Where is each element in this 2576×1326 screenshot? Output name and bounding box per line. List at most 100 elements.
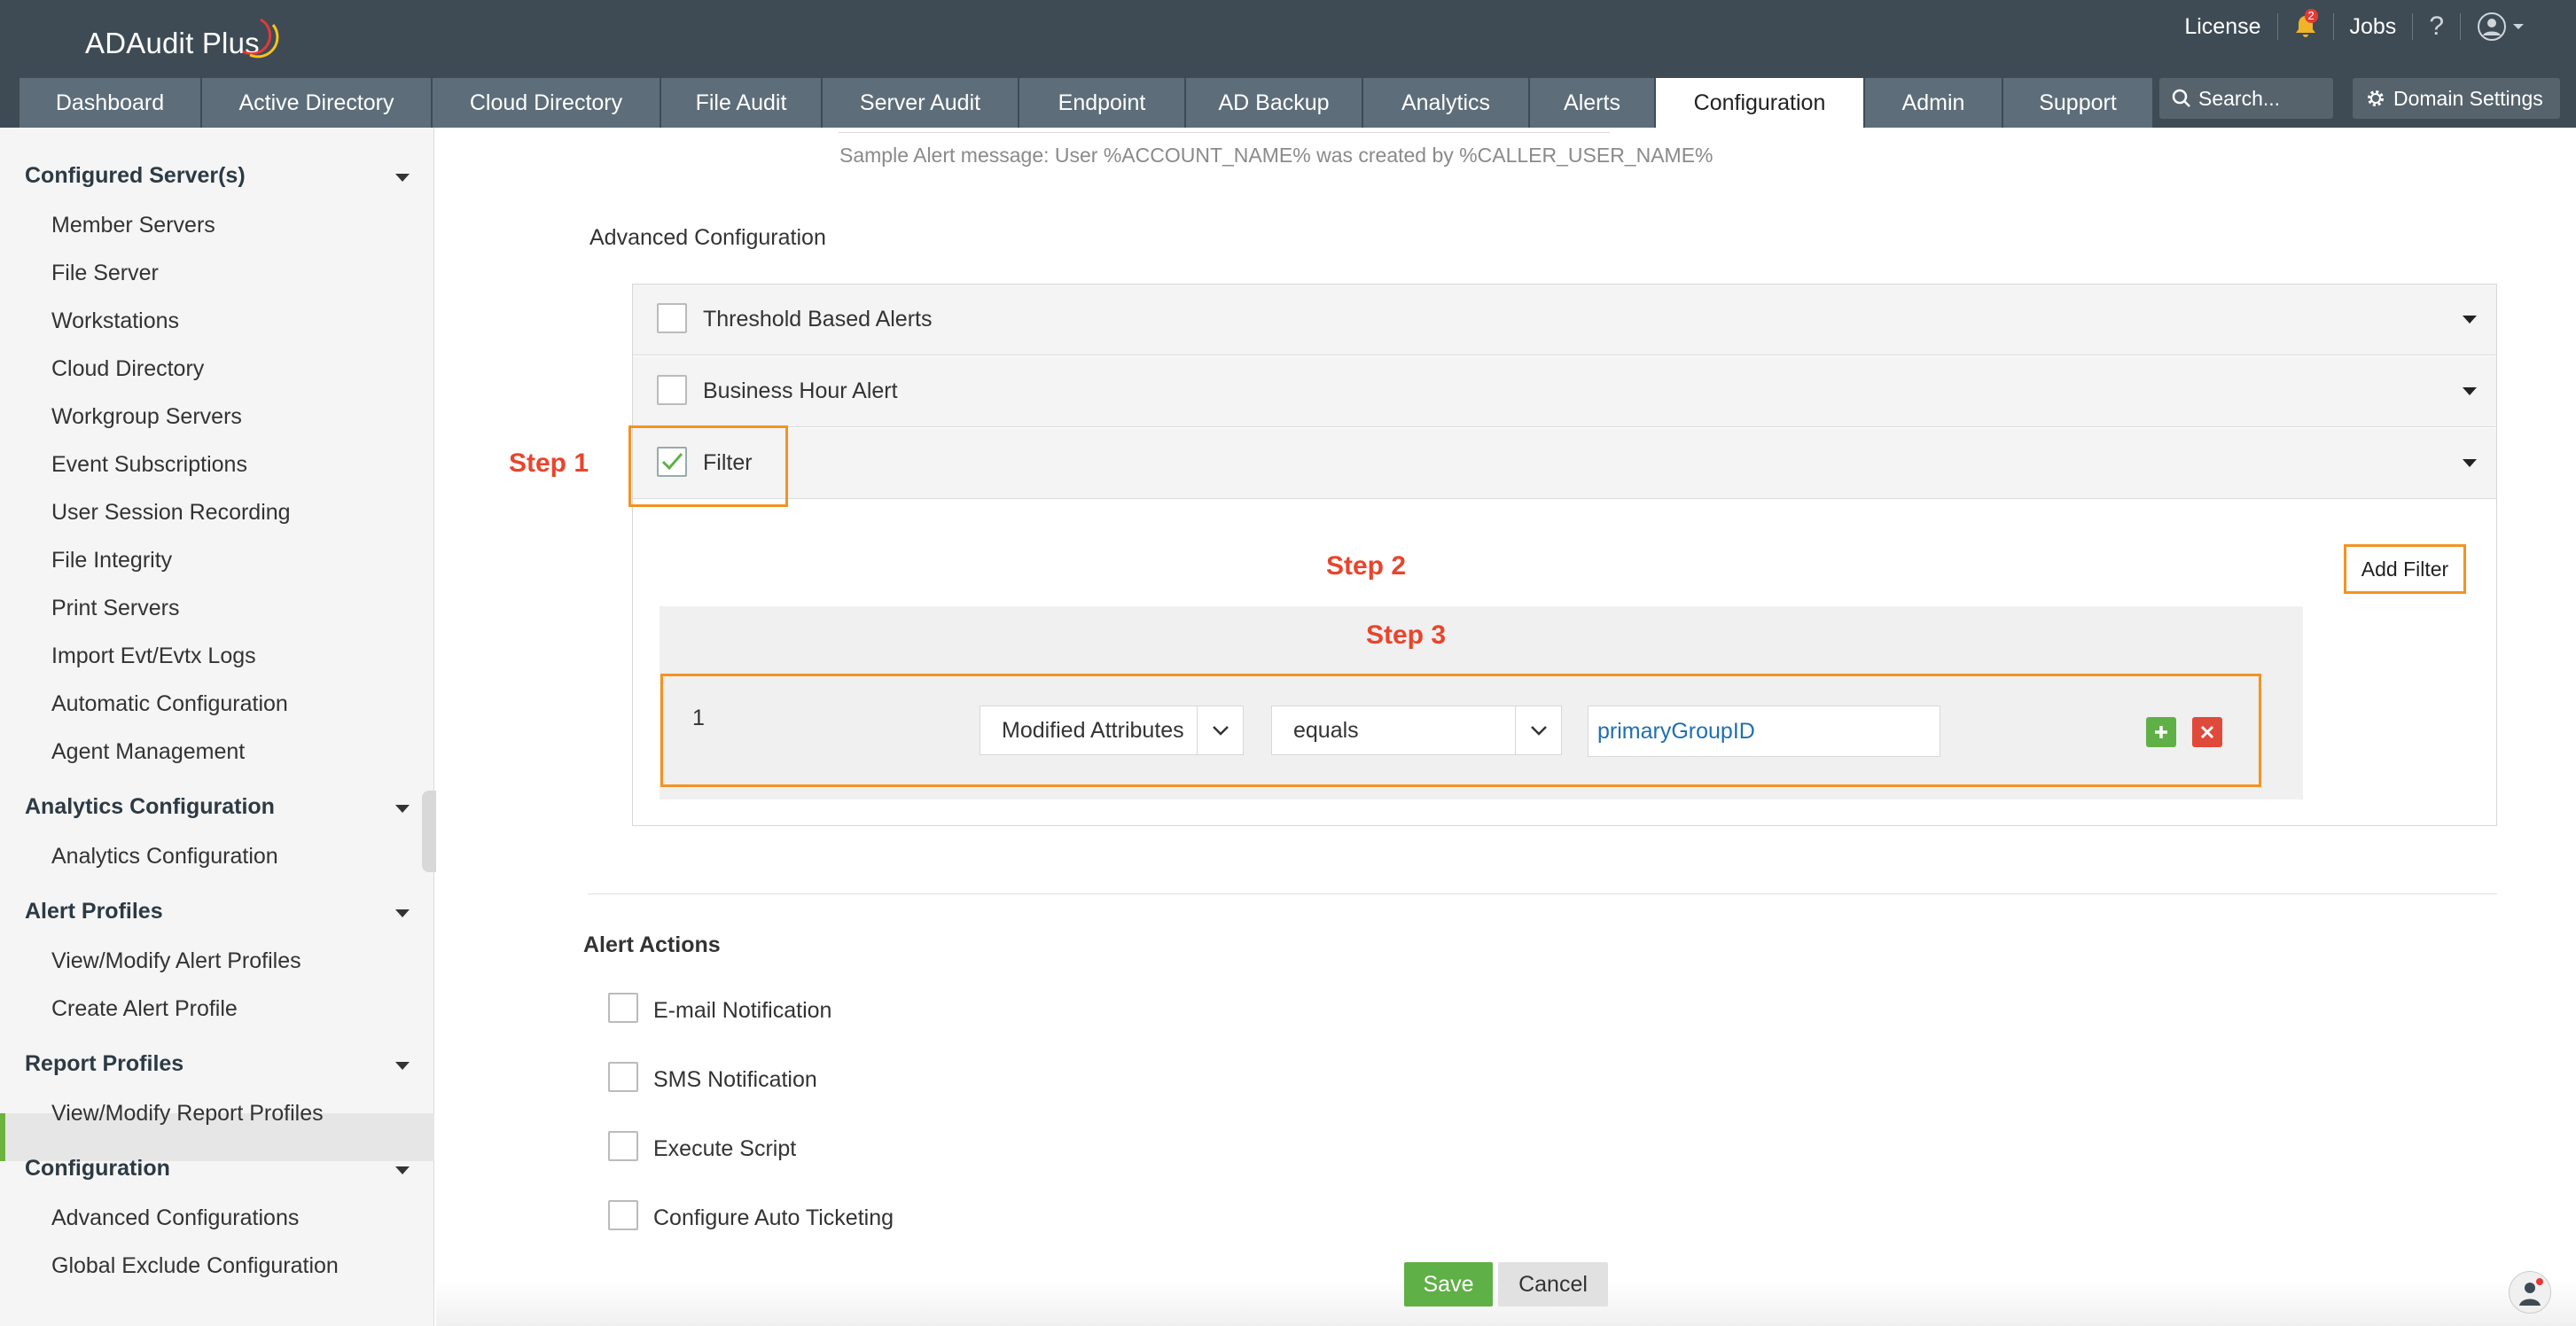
sidebar-item-print-servers[interactable]: Print Servers <box>51 596 179 621</box>
domain-settings-button[interactable]: Domain Settings <box>2353 78 2560 119</box>
search-placeholder: Search... <box>2198 86 2281 110</box>
filter-row-index: 1 <box>692 706 705 730</box>
sidebar-item-advanced-configurations[interactable]: Advanced Configurations <box>51 1205 299 1231</box>
search-input[interactable]: Search... <box>2159 78 2333 119</box>
auto-ticketing-label: Configure Auto Ticketing <box>653 1205 894 1230</box>
sidebar-item-agent-management[interactable]: Agent Management <box>51 739 245 765</box>
caret-down-icon[interactable] <box>395 909 410 917</box>
caret-down-icon[interactable] <box>395 1062 410 1070</box>
execute-script-checkbox[interactable] <box>608 1131 638 1161</box>
user-menu[interactable] <box>2461 12 2541 42</box>
attribute-select[interactable]: Modified Attributes <box>980 706 1244 755</box>
remove-row-button[interactable] <box>2192 717 2222 747</box>
threshold-alerts-label: Threshold Based Alerts <box>703 307 933 332</box>
sms-notification-checkbox[interactable] <box>608 1062 638 1092</box>
step2-label: Step 2 <box>1326 551 1407 581</box>
sidebar-item-view-modify-alert-profiles[interactable]: View/Modify Alert Profiles <box>51 948 301 974</box>
sidebar-section-configured-servers[interactable]: Configured Server(s) <box>25 163 246 189</box>
tab-dashboard[interactable]: Dashboard <box>20 78 200 128</box>
sidebar-collapse-handle[interactable] <box>422 791 436 872</box>
support-chat-icon[interactable] <box>2509 1271 2551 1314</box>
sidebar-section-alert-profiles[interactable]: Alert Profiles <box>25 899 163 924</box>
sidebar-item-automatic-configuration[interactable]: Automatic Configuration <box>51 691 288 717</box>
tab-support[interactable]: Support <box>2003 78 2152 128</box>
main-tabs: Dashboard Active Directory Cloud Directo… <box>20 78 2154 128</box>
domain-settings-label: Domain Settings <box>2393 86 2543 110</box>
sidebar-item-workstations[interactable]: Workstations <box>51 308 179 334</box>
top-header: ADAudit Plus License 2 Jobs ? Dashboard … <box>0 0 2576 128</box>
notifications-bell[interactable]: 2 <box>2278 9 2333 39</box>
business-hour-label: Business Hour Alert <box>703 378 898 403</box>
cancel-button[interactable]: Cancel <box>1498 1262 1608 1306</box>
caret-down-icon[interactable] <box>395 805 410 813</box>
close-icon <box>2200 725 2214 739</box>
chevron-down-icon <box>2513 24 2524 29</box>
tab-server-audit[interactable]: Server Audit <box>823 78 1018 128</box>
caret-down-icon[interactable] <box>2463 316 2477 324</box>
license-link[interactable]: License <box>2168 14 2276 40</box>
chevron-down-icon[interactable] <box>1197 706 1243 754</box>
notification-count-badge: 2 <box>2304 9 2318 23</box>
chevron-down-icon[interactable] <box>1515 706 1561 754</box>
alert-actions-title: Alert Actions <box>583 932 721 957</box>
tab-cloud-directory[interactable]: Cloud Directory <box>433 78 660 128</box>
sidebar-item-event-subscriptions[interactable]: Event Subscriptions <box>51 452 247 478</box>
sidebar-item-member-servers[interactable]: Member Servers <box>51 213 215 238</box>
caret-down-icon[interactable] <box>2463 387 2477 395</box>
caret-down-icon[interactable] <box>395 1166 410 1174</box>
operator-select[interactable]: equals <box>1271 706 1562 755</box>
email-notification-label: E-mail Notification <box>653 998 832 1023</box>
add-row-button[interactable] <box>2146 717 2176 747</box>
threshold-alerts-checkbox[interactable] <box>657 303 687 333</box>
sidebar-section-report-profiles[interactable]: Report Profiles <box>25 1051 183 1077</box>
email-notification-checkbox[interactable] <box>608 993 638 1023</box>
tab-active-directory[interactable]: Active Directory <box>202 78 431 128</box>
tab-alerts[interactable]: Alerts <box>1530 78 1654 128</box>
sidebar-item-global-exclude-configuration[interactable]: Global Exclude Configuration <box>51 1253 339 1279</box>
accordion-threshold-based-alerts[interactable]: Threshold Based Alerts <box>633 285 2496 355</box>
step1-label: Step 1 <box>509 448 589 478</box>
add-filter-button[interactable]: Add Filter <box>2344 544 2466 594</box>
left-sidebar: Configured Server(s) Member Servers File… <box>0 128 436 1326</box>
caret-down-icon[interactable] <box>2463 459 2477 467</box>
sidebar-item-cloud-directory[interactable]: Cloud Directory <box>51 356 204 382</box>
sidebar-item-view-modify-report-profiles[interactable]: View/Modify Report Profiles <box>51 1101 324 1127</box>
sidebar-section-configuration[interactable]: Configuration <box>25 1156 170 1182</box>
sidebar-item-workgroup-servers[interactable]: Workgroup Servers <box>51 404 242 430</box>
jobs-link[interactable]: Jobs <box>2334 14 2413 40</box>
tab-configuration[interactable]: Configuration <box>1656 78 1863 128</box>
search-icon <box>2172 89 2190 107</box>
sidebar-item-user-session-recording[interactable]: User Session Recording <box>51 500 291 526</box>
tab-analytics[interactable]: Analytics <box>1363 78 1528 128</box>
accordion-business-hour-alert[interactable]: Business Hour Alert <box>633 356 2496 427</box>
attribute-select-value: Modified Attributes <box>1002 717 1184 743</box>
main-content: Sample Alert message: User %ACCOUNT_NAME… <box>436 128 2576 1326</box>
plus-icon <box>2155 726 2167 738</box>
auto-ticketing-checkbox[interactable] <box>608 1200 638 1230</box>
business-hour-checkbox[interactable] <box>657 375 687 405</box>
sample-alert-message: Sample Alert message: User %ACCOUNT_NAME… <box>839 144 1713 167</box>
caret-down-icon[interactable] <box>395 174 410 182</box>
sidebar-item-file-integrity[interactable]: File Integrity <box>51 548 172 573</box>
tab-admin[interactable]: Admin <box>1865 78 2002 128</box>
sidebar-item-file-server[interactable]: File Server <box>51 261 159 286</box>
accordion-filter[interactable]: Filter <box>633 428 2496 499</box>
sidebar-section-analytics-configuration[interactable]: Analytics Configuration <box>25 794 275 820</box>
filter-value-input[interactable]: primaryGroupID <box>1588 706 1940 757</box>
step3-label: Step 3 <box>1366 620 1447 650</box>
tab-ad-backup[interactable]: AD Backup <box>1186 78 1362 128</box>
sms-notification-label: SMS Notification <box>653 1067 817 1092</box>
execute-script-label: Execute Script <box>653 1136 797 1161</box>
sidebar-item-import-evt-logs[interactable]: Import Evt/Evtx Logs <box>51 644 256 669</box>
message-field-border <box>839 128 1610 133</box>
save-button[interactable]: Save <box>1404 1262 1493 1306</box>
help-link[interactable]: ? <box>2413 12 2460 42</box>
sidebar-item-analytics-configuration[interactable]: Analytics Configuration <box>51 844 278 870</box>
sidebar-item-create-alert-profile[interactable]: Create Alert Profile <box>51 996 238 1022</box>
gear-icon <box>2368 90 2384 106</box>
tab-file-audit[interactable]: File Audit <box>661 78 821 128</box>
advanced-configuration-title: Advanced Configuration <box>589 225 826 250</box>
tab-endpoint[interactable]: Endpoint <box>1019 78 1184 128</box>
operator-select-value: equals <box>1293 717 1359 743</box>
section-divider <box>588 893 2497 894</box>
